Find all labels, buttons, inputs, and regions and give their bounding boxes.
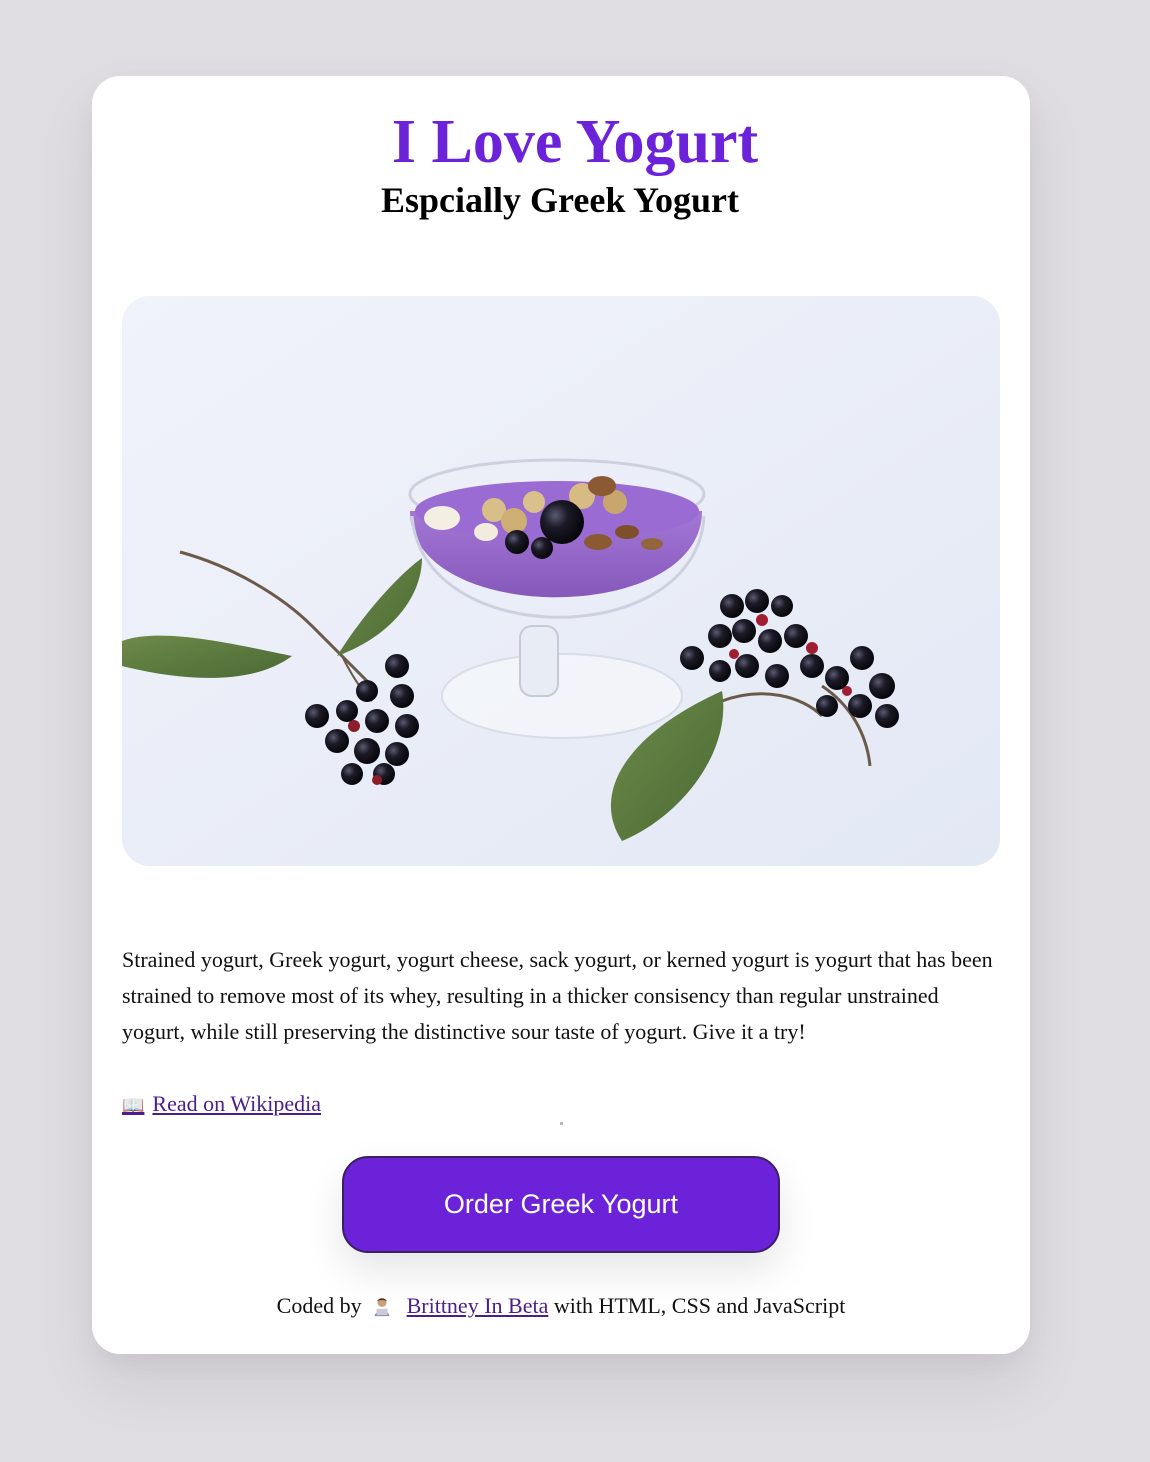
order-greek-yogurt-button[interactable]: Order Greek Yogurt [342, 1156, 780, 1253]
footer-prefix: Coded by [276, 1293, 362, 1318]
book-icon: 📖 [122, 1095, 145, 1116]
page-title: I Love Yogurt [391, 108, 759, 176]
divider-mark [560, 1122, 563, 1125]
footer-suffix: with HTML, CSS and JavaScript [553, 1293, 846, 1318]
author-link[interactable]: Brittney In Beta [407, 1293, 549, 1318]
yogurt-bowl-photo-icon [122, 296, 1000, 866]
technologist-icon [374, 1297, 390, 1317]
description-text: Strained yogurt, Greek yogurt, yogurt ch… [122, 947, 993, 1044]
hero-image [122, 296, 1000, 866]
wikipedia-link[interactable]: 📖 Read on Wikipedia [122, 1088, 321, 1122]
order-button-wrap: Order Greek Yogurt [342, 1156, 780, 1253]
wikipedia-link-label: Read on Wikipedia [152, 1091, 321, 1116]
footer: Coded by Brittney In Beta with HTML, CSS… [0, 1290, 1122, 1322]
page-subtitle: Espcially Greek Yogurt [381, 180, 739, 220]
